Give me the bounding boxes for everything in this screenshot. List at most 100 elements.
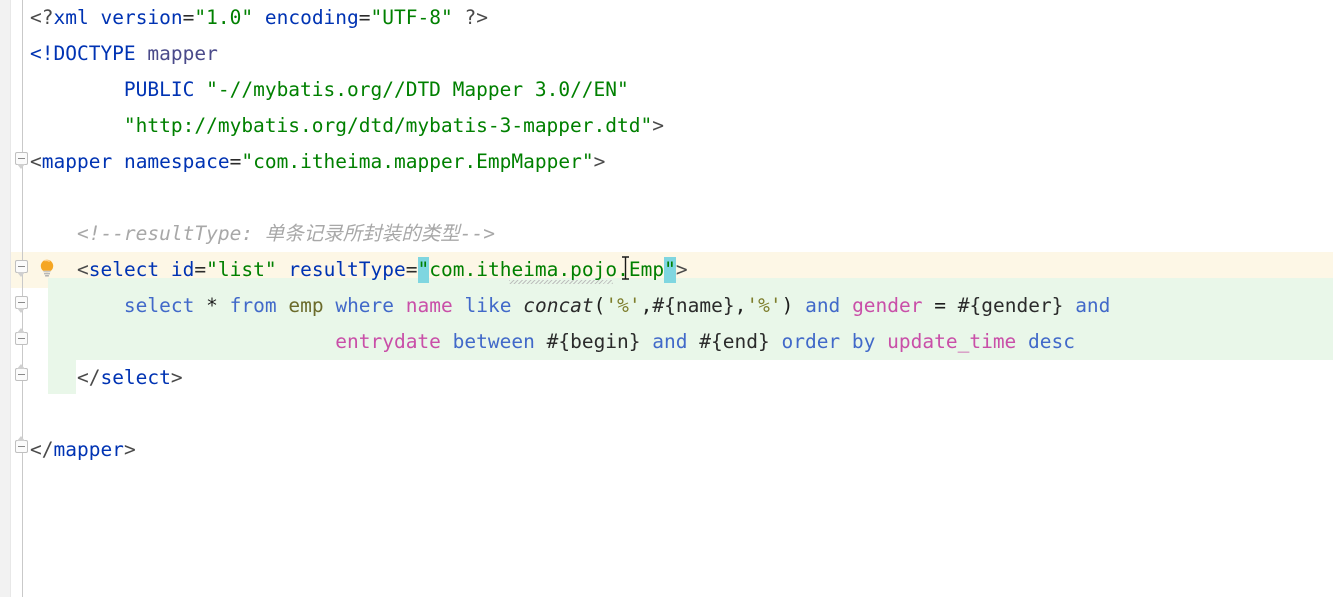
fold-marker-mapper[interactable] — [15, 152, 30, 169]
code-token: = — [229, 150, 242, 173]
code-token: namespace — [123, 150, 230, 173]
code-line[interactable]: <!DOCTYPE mapper — [0, 36, 1333, 72]
code-token: </ — [30, 438, 54, 461]
code-token: between — [452, 330, 535, 353]
fold-marker-select-end[interactable] — [15, 364, 30, 383]
fold-marker-mapper-end[interactable] — [15, 436, 30, 455]
code-token: PUBLIC — [123, 78, 195, 101]
code-line-text: <mapper namespace="com.itheima.mapper.Em… — [30, 144, 605, 180]
code-line[interactable]: </mapper> — [0, 432, 1333, 468]
code-line[interactable]: entrydate between #{begin} and #{end} or… — [0, 324, 1333, 360]
code-line-text: <!--resultType: 单条记录所封装的类型--> — [30, 216, 495, 252]
code-line[interactable]: <select id="list" resultType="com.itheim… — [0, 252, 1333, 288]
code-token: mapper — [147, 42, 218, 65]
code-token: emp — [288, 294, 324, 317]
code-token: id — [170, 258, 195, 281]
code-token: * — [206, 294, 218, 317]
fold-marker-select[interactable] — [15, 260, 30, 277]
code-token: select — [88, 258, 160, 281]
code-line-text: entrydate between #{begin} and #{end} or… — [30, 324, 1075, 360]
code-token: like — [464, 294, 512, 317]
editor-gutter — [0, 0, 11, 597]
code-token: select — [100, 366, 171, 389]
code-token: > — [593, 150, 606, 173]
code-token: #{gender} — [957, 294, 1064, 317]
code-line[interactable]: <?xml version="1.0" encoding="UTF-8" ?> — [0, 0, 1333, 36]
code-token: <? — [30, 6, 54, 29]
text-ibeam-cursor — [620, 256, 631, 280]
code-token: </ — [76, 366, 101, 389]
code-line[interactable]: "http://mybatis.org/dtd/mybatis-3-mapper… — [0, 108, 1333, 144]
code-token: ?> — [464, 6, 488, 29]
code-token: < — [76, 258, 89, 281]
code-line[interactable]: PUBLIC "-//mybatis.org//DTD Mapper 3.0//… — [0, 72, 1333, 108]
code-token: #{name} — [652, 294, 735, 317]
fold-marker-sql-start[interactable] — [15, 296, 30, 313]
spellcheck-squiggle — [509, 280, 613, 284]
code-token: > — [123, 438, 136, 461]
code-token: > — [652, 114, 664, 137]
code-line[interactable]: <!--resultType: 单条记录所封装的类型--> — [0, 216, 1333, 252]
code-token: " — [664, 257, 676, 283]
lightbulb-icon[interactable] — [38, 258, 56, 280]
code-token: < — [30, 150, 42, 173]
code-line[interactable] — [0, 180, 1333, 216]
code-token: = — [934, 294, 947, 317]
code-line[interactable]: </select> — [0, 360, 1333, 396]
code-token: " — [417, 257, 430, 283]
code-token: "-//mybatis.org//DTD Mapper 3.0//EN" — [206, 78, 629, 101]
code-line-text: PUBLIC "-//mybatis.org//DTD Mapper 3.0//… — [30, 72, 629, 108]
code-token: #{begin} — [546, 330, 641, 353]
code-token: update_time — [887, 330, 1017, 353]
code-line[interactable]: <mapper namespace="com.itheima.mapper.Em… — [0, 144, 1333, 180]
code-token: version — [100, 6, 183, 29]
code-token: "com.itheima.mapper.EmpMapper" — [241, 150, 594, 173]
code-token: and — [805, 294, 841, 317]
code-line[interactable]: select * from emp where name like concat… — [0, 288, 1333, 324]
code-token: '%' — [746, 294, 782, 317]
code-editor[interactable]: <?xml version="1.0" encoding="UTF-8" ?> <… — [0, 0, 1333, 597]
code-line[interactable] — [0, 396, 1333, 432]
code-token: "UTF-8" — [370, 6, 453, 29]
code-token: desc — [1028, 330, 1076, 353]
code-token: by — [851, 330, 876, 353]
code-token: > — [675, 258, 688, 281]
fold-marker-sql-end[interactable] — [15, 328, 30, 347]
code-line-text: select * from emp where name like concat… — [30, 288, 1111, 324]
code-token: select — [123, 294, 195, 317]
code-token: , — [734, 294, 747, 317]
code-token: = — [194, 258, 207, 281]
code-token: gender — [852, 294, 923, 317]
code-line-text: </select> — [30, 360, 183, 396]
code-line-text: <?xml version="1.0" encoding="UTF-8" ?> — [30, 0, 488, 36]
code-token: <!DOCTYPE — [30, 42, 136, 65]
code-token: ( — [593, 294, 606, 317]
code-text-area[interactable]: <?xml version="1.0" encoding="UTF-8" ?> <… — [0, 0, 1333, 597]
code-line-text: "http://mybatis.org/dtd/mybatis-3-mapper… — [30, 108, 664, 144]
code-token: where — [335, 294, 395, 317]
code-token: order — [781, 330, 841, 353]
